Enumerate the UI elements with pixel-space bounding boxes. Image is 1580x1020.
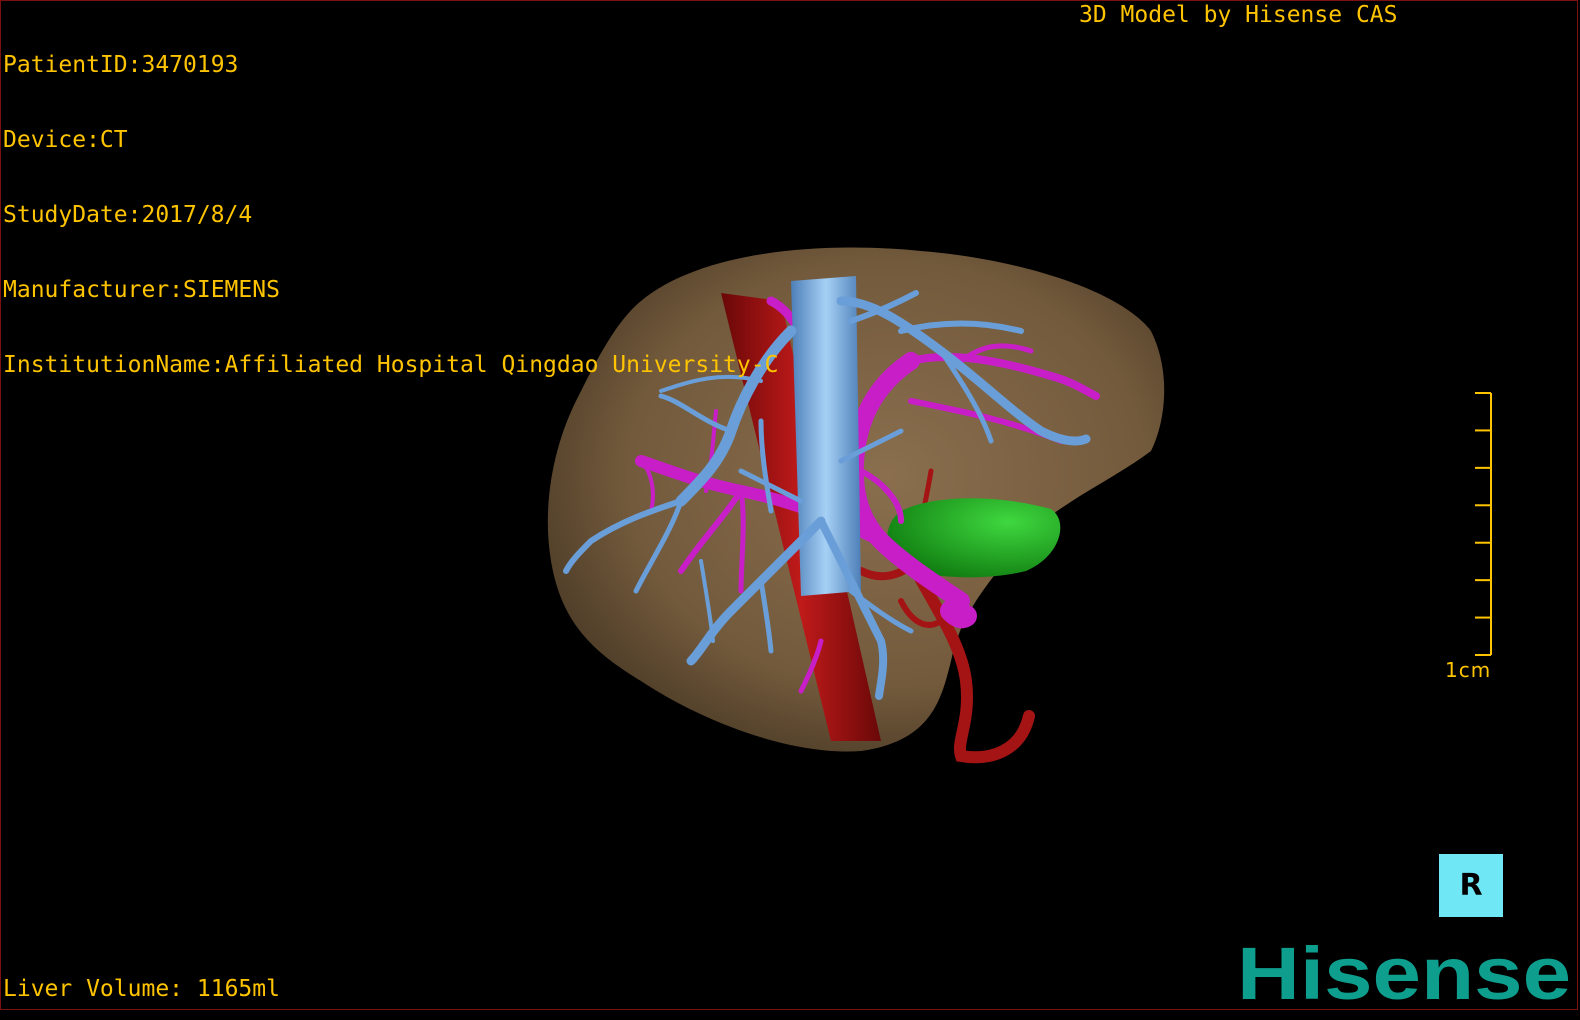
liver-volume-label: Liver Volume: (3, 976, 184, 1002)
patient-info-overlay: PatientID:3470193 Device:CT StudyDate:20… (3, 3, 778, 428)
3d-viewport[interactable]: PatientID:3470193 Device:CT StudyDate:20… (0, 0, 1578, 1011)
orientation-cube-icon[interactable]: R (1439, 854, 1503, 917)
liver-volume-readout: Liver Volume: 1165ml (3, 977, 280, 1002)
manufacturer-text: Manufacturer:SIEMENS (3, 277, 280, 303)
model-credit-text: 3D Model by Hisense CAS (1079, 2, 1398, 28)
liver-volume-value: 1165ml (196, 976, 280, 1002)
svg-text:Hisense: Hisense (1237, 932, 1571, 1011)
scale-bar (1475, 392, 1492, 656)
study-date-text: StudyDate:2017/8/4 (3, 202, 253, 228)
orientation-glyph: R (1459, 868, 1483, 903)
scale-bar-label: 1cm (1445, 658, 1492, 682)
institution-text: InstitutionName:Affiliated Hospital Qing… (3, 352, 779, 378)
patient-id-text: PatientID:3470193 (3, 52, 239, 78)
hisense-logo: Hisense (1237, 932, 1571, 1011)
device-text: Device:CT (3, 127, 128, 153)
